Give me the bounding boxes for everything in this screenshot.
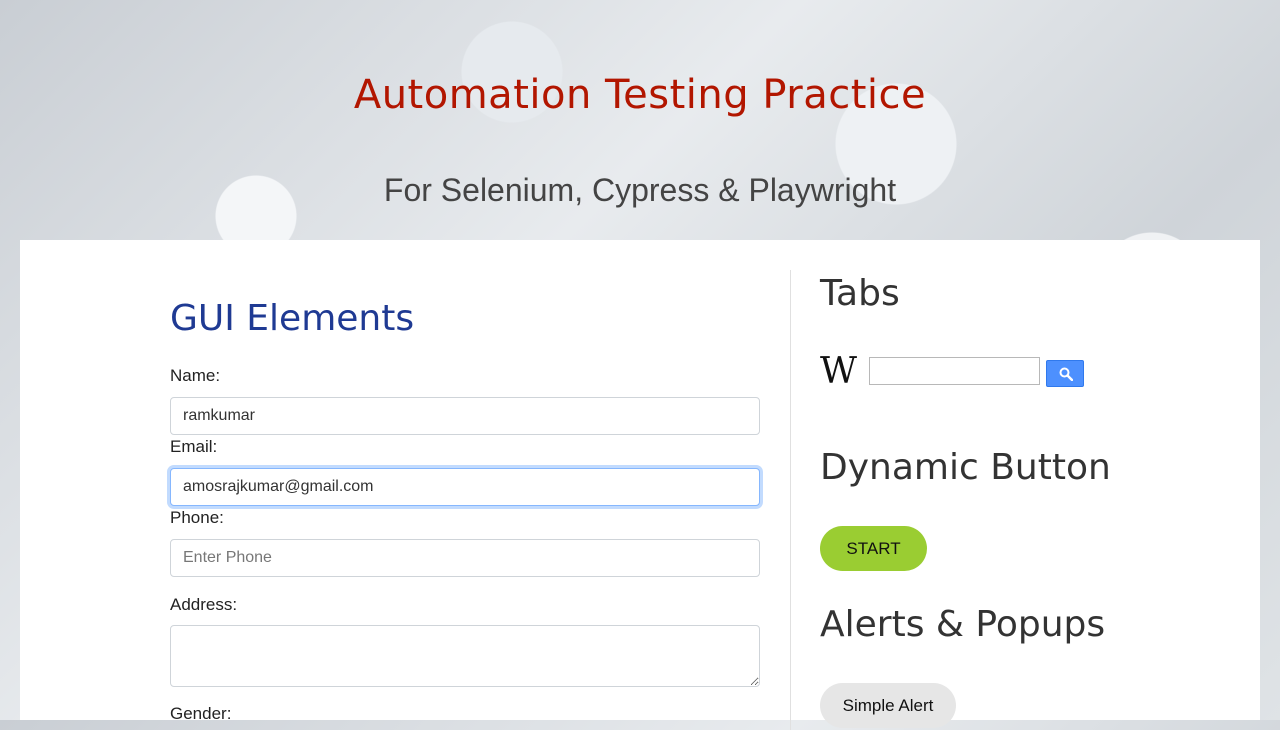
name-label: Name: (170, 366, 221, 385)
tabs-title: Tabs (820, 273, 900, 314)
address-textarea[interactable] (170, 625, 760, 687)
site-header: Automation Testing Practice For Selenium… (0, 0, 1280, 240)
wikipedia-logo-icon: W (820, 351, 858, 392)
search-icon (1059, 367, 1073, 381)
phone-label: Phone: (170, 508, 224, 527)
start-button[interactable]: START (820, 526, 927, 571)
column-divider (790, 270, 791, 730)
site-subtitle: For Selenium, Cypress & Playwright (383, 172, 897, 208)
dynamic-button-title: Dynamic Button (820, 447, 1111, 488)
simple-alert-button[interactable]: Simple Alert (820, 683, 956, 728)
alerts-popups-title: Alerts & Popups (820, 604, 1106, 645)
phone-input[interactable] (170, 539, 760, 577)
name-input[interactable] (170, 397, 760, 435)
site-title: Automation Testing Practice (353, 72, 927, 118)
gui-elements-title: GUI Elements (170, 298, 415, 339)
wikipedia-search-input[interactable] (869, 357, 1040, 385)
gender-label: Gender: (170, 704, 232, 723)
email-input[interactable] (170, 468, 760, 506)
email-label: Email: (170, 437, 218, 456)
address-label: Address: (170, 595, 238, 614)
main-content: GUI Elements Name: Email: Phone: Address… (20, 240, 1260, 730)
wikipedia-search-button[interactable] (1046, 360, 1084, 387)
